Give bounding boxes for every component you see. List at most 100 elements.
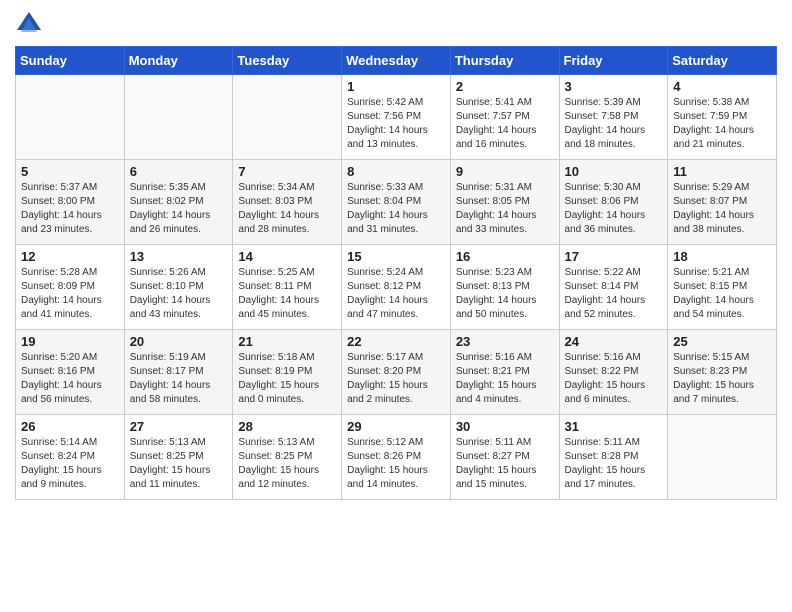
day-number: 12	[21, 249, 119, 264]
day-of-week-header: Thursday	[450, 47, 559, 75]
day-info: Sunrise: 5:35 AM Sunset: 8:02 PM Dayligh…	[130, 181, 228, 237]
calendar-day-cell: 16 Sunrise: 5:23 AM Sunset: 8:13 PM Dayli…	[450, 245, 559, 330]
day-info: Sunrise: 5:12 AM Sunset: 8:26 PM Dayligh…	[347, 436, 445, 492]
calendar-day-cell: 10 Sunrise: 5:30 AM Sunset: 8:06 PM Dayli…	[559, 160, 668, 245]
calendar-day-cell: 9 Sunrise: 5:31 AM Sunset: 8:05 PM Daylig…	[450, 160, 559, 245]
calendar-day-cell: 14 Sunrise: 5:25 AM Sunset: 8:11 PM Dayli…	[233, 245, 342, 330]
logo-icon	[15, 10, 43, 38]
calendar-header-row: SundayMondayTuesdayWednesdayThursdayFrid…	[16, 47, 777, 75]
calendar-day-cell: 3 Sunrise: 5:39 AM Sunset: 7:58 PM Daylig…	[559, 75, 668, 160]
logo	[15, 10, 47, 38]
day-info: Sunrise: 5:18 AM Sunset: 8:19 PM Dayligh…	[238, 351, 336, 407]
day-info: Sunrise: 5:30 AM Sunset: 8:06 PM Dayligh…	[565, 181, 663, 237]
calendar-day-cell	[233, 75, 342, 160]
day-number: 14	[238, 249, 336, 264]
day-info: Sunrise: 5:39 AM Sunset: 7:58 PM Dayligh…	[565, 96, 663, 152]
calendar-day-cell: 20Sunrise: 5:19 AM Sunset: 8:17 PM Dayli…	[124, 330, 233, 415]
calendar-day-cell: 21Sunrise: 5:18 AM Sunset: 8:19 PM Dayli…	[233, 330, 342, 415]
day-info: Sunrise: 5:26 AM Sunset: 8:10 PM Dayligh…	[130, 266, 228, 322]
day-number: 4	[673, 79, 771, 94]
day-info: Sunrise: 5:17 AM Sunset: 8:20 PM Dayligh…	[347, 351, 445, 407]
day-number: 29	[347, 419, 445, 434]
calendar-day-cell: 5 Sunrise: 5:37 AM Sunset: 8:00 PM Daylig…	[16, 160, 125, 245]
day-number: 25	[673, 334, 771, 349]
day-number: 23	[456, 334, 554, 349]
day-info: Sunrise: 5:25 AM Sunset: 8:11 PM Dayligh…	[238, 266, 336, 322]
calendar-day-cell: 11 Sunrise: 5:29 AM Sunset: 8:07 PM Dayli…	[668, 160, 777, 245]
day-number: 31	[565, 419, 663, 434]
calendar-day-cell: 30 Sunrise: 5:11 AM Sunset: 8:27 PM Dayli…	[450, 415, 559, 500]
day-info: Sunrise: 5:41 AM Sunset: 7:57 PM Dayligh…	[456, 96, 554, 152]
day-of-week-header: Monday	[124, 47, 233, 75]
day-number: 13	[130, 249, 228, 264]
day-info: Sunrise: 5:38 AM Sunset: 7:59 PM Dayligh…	[673, 96, 771, 152]
day-info: Sunrise: 5:11 AM Sunset: 8:27 PM Dayligh…	[456, 436, 554, 492]
day-number: 9	[456, 164, 554, 179]
day-number: 10	[565, 164, 663, 179]
day-info: Sunrise: 5:16 AM Sunset: 8:21 PM Dayligh…	[456, 351, 554, 407]
day-number: 3	[565, 79, 663, 94]
calendar-day-cell: 27 Sunrise: 5:13 AM Sunset: 8:25 PM Dayli…	[124, 415, 233, 500]
day-number: 27	[130, 419, 228, 434]
day-info: Sunrise: 5:22 AM Sunset: 8:14 PM Dayligh…	[565, 266, 663, 322]
day-number: 1	[347, 79, 445, 94]
day-of-week-header: Wednesday	[342, 47, 451, 75]
calendar-week-row: 12 Sunrise: 5:28 AM Sunset: 8:09 PM Dayli…	[16, 245, 777, 330]
calendar-day-cell: 28Sunrise: 5:13 AM Sunset: 8:25 PM Dayli…	[233, 415, 342, 500]
day-info: Sunrise: 5:24 AM Sunset: 8:12 PM Dayligh…	[347, 266, 445, 322]
day-info: Sunrise: 5:33 AM Sunset: 8:04 PM Dayligh…	[347, 181, 445, 237]
calendar-week-row: 19Sunrise: 5:20 AM Sunset: 8:16 PM Dayli…	[16, 330, 777, 415]
day-number: 5	[21, 164, 119, 179]
calendar-day-cell: 19Sunrise: 5:20 AM Sunset: 8:16 PM Dayli…	[16, 330, 125, 415]
calendar-day-cell: 8 Sunrise: 5:33 AM Sunset: 8:04 PM Daylig…	[342, 160, 451, 245]
day-number: 17	[565, 249, 663, 264]
calendar-day-cell: 17 Sunrise: 5:22 AM Sunset: 8:14 PM Dayli…	[559, 245, 668, 330]
day-number: 19	[21, 334, 119, 349]
calendar-day-cell: 31 Sunrise: 5:11 AM Sunset: 8:28 PM Dayli…	[559, 415, 668, 500]
day-number: 20	[130, 334, 228, 349]
day-number: 11	[673, 164, 771, 179]
day-info: Sunrise: 5:16 AM Sunset: 8:22 PM Dayligh…	[565, 351, 663, 407]
day-number: 2	[456, 79, 554, 94]
calendar-day-cell: 2 Sunrise: 5:41 AM Sunset: 7:57 PM Daylig…	[450, 75, 559, 160]
day-number: 24	[565, 334, 663, 349]
calendar-day-cell: 15 Sunrise: 5:24 AM Sunset: 8:12 PM Dayli…	[342, 245, 451, 330]
calendar-day-cell: 13 Sunrise: 5:26 AM Sunset: 8:10 PM Dayli…	[124, 245, 233, 330]
day-of-week-header: Friday	[559, 47, 668, 75]
day-info: Sunrise: 5:28 AM Sunset: 8:09 PM Dayligh…	[21, 266, 119, 322]
calendar-day-cell: 1 Sunrise: 5:42 AM Sunset: 7:56 PM Daylig…	[342, 75, 451, 160]
day-info: Sunrise: 5:34 AM Sunset: 8:03 PM Dayligh…	[238, 181, 336, 237]
day-info: Sunrise: 5:11 AM Sunset: 8:28 PM Dayligh…	[565, 436, 663, 492]
calendar-day-cell: 22 Sunrise: 5:17 AM Sunset: 8:20 PM Dayli…	[342, 330, 451, 415]
calendar-table: SundayMondayTuesdayWednesdayThursdayFrid…	[15, 46, 777, 500]
day-number: 7	[238, 164, 336, 179]
day-number: 15	[347, 249, 445, 264]
day-info: Sunrise: 5:15 AM Sunset: 8:23 PM Dayligh…	[673, 351, 771, 407]
day-number: 6	[130, 164, 228, 179]
calendar-day-cell: 6 Sunrise: 5:35 AM Sunset: 8:02 PM Daylig…	[124, 160, 233, 245]
day-of-week-header: Sunday	[16, 47, 125, 75]
calendar-day-cell: 23 Sunrise: 5:16 AM Sunset: 8:21 PM Dayli…	[450, 330, 559, 415]
day-of-week-header: Saturday	[668, 47, 777, 75]
calendar-day-cell: 18Sunrise: 5:21 AM Sunset: 8:15 PM Dayli…	[668, 245, 777, 330]
calendar-week-row: 1 Sunrise: 5:42 AM Sunset: 7:56 PM Daylig…	[16, 75, 777, 160]
calendar-day-cell	[16, 75, 125, 160]
day-info: Sunrise: 5:42 AM Sunset: 7:56 PM Dayligh…	[347, 96, 445, 152]
calendar-day-cell: 26Sunrise: 5:14 AM Sunset: 8:24 PM Dayli…	[16, 415, 125, 500]
calendar-day-cell: 29 Sunrise: 5:12 AM Sunset: 8:26 PM Dayli…	[342, 415, 451, 500]
day-number: 8	[347, 164, 445, 179]
day-info: Sunrise: 5:23 AM Sunset: 8:13 PM Dayligh…	[456, 266, 554, 322]
day-number: 22	[347, 334, 445, 349]
calendar-day-cell: 4 Sunrise: 5:38 AM Sunset: 7:59 PM Daylig…	[668, 75, 777, 160]
day-info: Sunrise: 5:29 AM Sunset: 8:07 PM Dayligh…	[673, 181, 771, 237]
day-info: Sunrise: 5:37 AM Sunset: 8:00 PM Dayligh…	[21, 181, 119, 237]
calendar-day-cell	[124, 75, 233, 160]
day-info: Sunrise: 5:13 AM Sunset: 8:25 PM Dayligh…	[130, 436, 228, 492]
day-number: 18	[673, 249, 771, 264]
calendar-day-cell: 24 Sunrise: 5:16 AM Sunset: 8:22 PM Dayli…	[559, 330, 668, 415]
day-info: Sunrise: 5:14 AM Sunset: 8:24 PM Dayligh…	[21, 436, 119, 492]
day-info: Sunrise: 5:31 AM Sunset: 8:05 PM Dayligh…	[456, 181, 554, 237]
day-of-week-header: Tuesday	[233, 47, 342, 75]
day-number: 30	[456, 419, 554, 434]
day-number: 16	[456, 249, 554, 264]
